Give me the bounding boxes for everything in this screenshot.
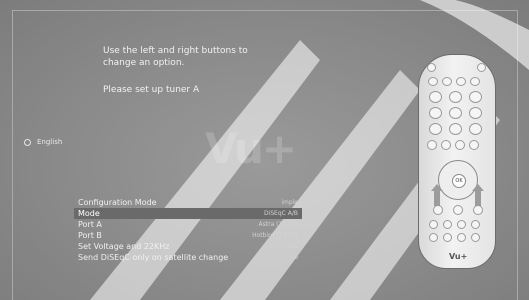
remote-number-button bbox=[469, 107, 482, 119]
config-row-port-b[interactable]: Port B Hotbird (13.0E) bbox=[74, 230, 302, 241]
remote-button bbox=[456, 77, 466, 86]
remote-mute-button bbox=[477, 63, 486, 72]
instruction-line-2: change an option. bbox=[103, 58, 185, 68]
row-value: Hotbird (13.0E) bbox=[252, 232, 298, 239]
row-label: Configuration Mode bbox=[78, 198, 157, 207]
remote-button bbox=[457, 220, 466, 229]
remote-power-button bbox=[427, 63, 436, 72]
remote-number-button bbox=[429, 107, 442, 119]
remote-button bbox=[471, 220, 480, 229]
right-arrow-indicator-icon bbox=[472, 184, 484, 206]
remote-number-button bbox=[429, 123, 442, 135]
remote-button bbox=[441, 140, 451, 150]
remote-button bbox=[443, 233, 452, 242]
remote-dpad: OK bbox=[438, 160, 478, 200]
row-label: Port B bbox=[78, 231, 102, 240]
row-value: Astra (19.2E) bbox=[258, 221, 298, 228]
row-value: imple bbox=[281, 199, 298, 206]
remote-button bbox=[470, 77, 480, 86]
remote-control-illustration: OK Vu+ bbox=[418, 54, 496, 269]
tuner-config-list: Configuration Mode imple Mode DiSEqC A/B… bbox=[74, 197, 302, 263]
language-indicator[interactable]: English bbox=[24, 138, 62, 146]
remote-button bbox=[428, 77, 438, 86]
row-value: no bbox=[290, 254, 298, 261]
remote-number-button bbox=[469, 91, 482, 103]
remote-button bbox=[473, 205, 483, 215]
vu-logo: Vu+ bbox=[205, 124, 297, 173]
remote-button bbox=[433, 205, 443, 215]
remote-ok-button: OK bbox=[452, 174, 466, 188]
frame-top-line bbox=[12, 10, 517, 11]
frame-left-line bbox=[12, 10, 13, 300]
tv-screen: Use the left and right buttons to change… bbox=[0, 0, 529, 300]
remote-button bbox=[471, 233, 480, 242]
remote-button bbox=[427, 140, 437, 150]
language-label: English bbox=[37, 138, 63, 146]
remote-button bbox=[442, 77, 452, 86]
instruction-text: Use the left and right buttons to change… bbox=[103, 45, 303, 69]
remote-button bbox=[457, 233, 466, 242]
row-value: DiSEqC A/B bbox=[263, 210, 298, 217]
remote-number-button bbox=[429, 91, 442, 103]
remote-number-button bbox=[469, 123, 482, 135]
row-label: Set Voltage and 22KHz bbox=[78, 242, 170, 251]
left-arrow-indicator-icon bbox=[431, 184, 443, 206]
remote-button bbox=[453, 205, 463, 215]
config-row-port-a[interactable]: Port A Astra (19.2E) bbox=[74, 219, 302, 230]
remote-number-button bbox=[449, 123, 462, 135]
row-label: Mode bbox=[78, 209, 100, 218]
row-label: Send DiSEqC only on satellite change bbox=[78, 253, 229, 262]
remote-button bbox=[469, 140, 479, 150]
config-row-voltage[interactable]: Set Voltage and 22KHz yes bbox=[74, 241, 302, 252]
radio-ring-icon bbox=[24, 138, 31, 146]
config-row-diseqc-change[interactable]: Send DiSEqC only on satellite change no bbox=[74, 252, 302, 263]
remote-button bbox=[443, 220, 452, 229]
row-value: yes bbox=[287, 243, 298, 250]
config-row-mode[interactable]: Mode DiSEqC A/B bbox=[74, 208, 302, 219]
remote-number-button bbox=[449, 107, 462, 119]
remote-button bbox=[429, 233, 438, 242]
remote-button bbox=[455, 140, 465, 150]
frame-right-line bbox=[517, 10, 518, 300]
remote-button bbox=[429, 220, 438, 229]
instruction-line-1: Use the left and right buttons to bbox=[103, 46, 248, 56]
row-label: Port A bbox=[78, 220, 102, 229]
remote-brand-logo: Vu+ bbox=[449, 252, 468, 261]
remote-number-button bbox=[449, 91, 462, 103]
setup-prompt: Please set up tuner A bbox=[103, 85, 200, 95]
config-row-configuration-mode[interactable]: Configuration Mode imple bbox=[74, 197, 302, 208]
